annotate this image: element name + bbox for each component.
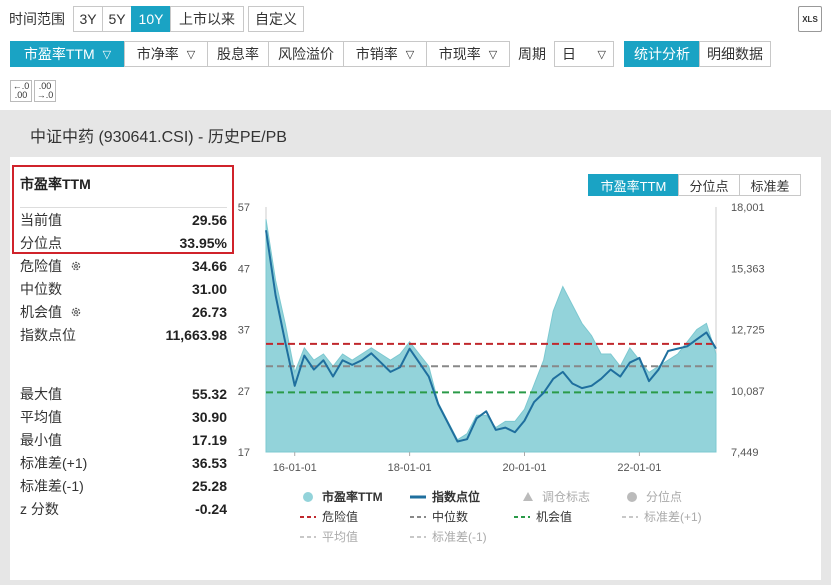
stat-avg-value: 30.90	[191, 409, 227, 425]
stat-max: 最大值 55.32	[20, 383, 227, 405]
tab-statistics[interactable]: 统计分析	[624, 41, 700, 67]
gear-icon[interactable]	[70, 306, 82, 318]
stat-sd-minus-value: 25.28	[191, 478, 227, 494]
chart-tab-pe[interactable]: 市盈率TTM	[588, 174, 679, 196]
stat-danger-label: 危险值	[20, 258, 62, 274]
page-title: 中证中药 (930641.CSI) - 历史PE/PB	[30, 129, 287, 146]
stat-avg: 平均值 30.90	[20, 406, 227, 428]
range-custom-button[interactable]: 自定义	[248, 6, 304, 32]
stat-median-label: 中位数	[20, 281, 62, 297]
stat-index: 指数点位 11,663.98	[20, 324, 227, 346]
tab-detail-data[interactable]: 明细数据	[699, 41, 771, 67]
stat-max-value: 55.32	[191, 386, 227, 402]
stat-z: z 分数 -0.24	[20, 498, 227, 520]
chart-tab-std[interactable]: 标准差	[739, 174, 801, 196]
tab-ps[interactable]: 市销率 ▽	[343, 41, 427, 67]
stat-sd-plus: 标准差(+1) 36.53	[20, 452, 227, 474]
stat-avg-label: 平均值	[20, 409, 62, 425]
xls-icon: XLS	[802, 14, 818, 24]
chart-tab-bar: 市盈率TTM 分位点 标准差	[588, 174, 801, 196]
tab-risk-premium[interactable]: 风险溢价	[268, 41, 344, 67]
tab-ps-label: 市销率	[355, 46, 398, 62]
stat-min-value: 17.19	[191, 432, 227, 448]
chevron-down-icon: ▽	[488, 48, 498, 61]
tab-pcf-label: 市现率	[438, 46, 481, 62]
chevron-down-icon: ▽	[597, 48, 606, 61]
range-3y-button[interactable]: 3Y	[73, 6, 103, 32]
chevron-down-icon: ▽	[186, 48, 196, 61]
tab-pb[interactable]: 市净率 ▽	[124, 41, 208, 67]
stat-sd-minus: 标准差(-1) 25.28	[20, 475, 227, 497]
stat-sd-plus-value: 36.53	[191, 455, 227, 471]
tab-pe-ttm-label: 市盈率TTM	[23, 46, 95, 62]
highlight-box	[12, 165, 234, 254]
tab-pe-ttm[interactable]: 市盈率TTM ▽	[10, 41, 125, 67]
range-since-listing-button[interactable]: 上市以来	[170, 6, 244, 32]
stat-sd-plus-label: 标准差(+1)	[20, 455, 88, 471]
range-toolbar: 时间范围 3Y 5Y 10Y 上市以来 自定义	[9, 6, 304, 32]
stat-z-value: -0.24	[195, 501, 227, 517]
stat-chance: 机会值 26.73	[20, 301, 227, 323]
stat-max-label: 最大值	[20, 386, 62, 402]
stat-index-label: 指数点位	[20, 327, 76, 343]
export-xls-button[interactable]: XLS	[798, 6, 822, 32]
stat-sd-minus-label: 标准差(-1)	[20, 478, 84, 494]
decimal-toolbar: ←.0 .00 .00 →.0	[10, 80, 56, 102]
stat-chance-label: 机会值	[20, 304, 62, 320]
decrease-decimal-button[interactable]: ←.0 .00	[10, 80, 32, 102]
increase-decimal-button[interactable]: .00 →.0	[34, 80, 56, 102]
period-value: 日	[562, 46, 576, 62]
tab-pb-label: 市净率	[136, 46, 179, 62]
period-label: 周期	[518, 46, 546, 62]
chevron-down-icon: ▽	[405, 48, 415, 61]
chart-tab-percentile[interactable]: 分位点	[678, 174, 740, 196]
tab-pcf[interactable]: 市现率 ▽	[426, 41, 510, 67]
stat-min: 最小值 17.19	[20, 429, 227, 451]
stat-median-value: 31.00	[191, 281, 227, 297]
range-label: 时间范围	[9, 11, 65, 27]
stat-chance-value: 26.73	[191, 304, 227, 320]
tab-dividend-yield[interactable]: 股息率	[207, 41, 269, 67]
increase-decimal-icon-bottom: →.0	[36, 90, 54, 100]
metric-toolbar: 市盈率TTM ▽ 市净率 ▽ 股息率 风险溢价 市销率 ▽ 市现率 ▽ 周期 日…	[10, 41, 771, 67]
range-10y-button[interactable]: 10Y	[131, 6, 171, 32]
period-select[interactable]: 日 ▽	[554, 41, 614, 67]
stat-index-value: 11,663.98	[165, 327, 227, 343]
stat-min-label: 最小值	[20, 432, 62, 448]
stat-z-label: z 分数	[20, 501, 59, 517]
stat-danger-value: 34.66	[191, 258, 227, 274]
gear-icon[interactable]	[70, 260, 82, 272]
range-5y-button[interactable]: 5Y	[102, 6, 132, 32]
decrease-decimal-icon-bottom: .00	[14, 90, 28, 100]
chevron-down-icon: ▽	[102, 48, 112, 61]
stat-danger: 危险值 34.66	[20, 255, 227, 277]
stat-median: 中位数 31.00	[20, 278, 227, 300]
